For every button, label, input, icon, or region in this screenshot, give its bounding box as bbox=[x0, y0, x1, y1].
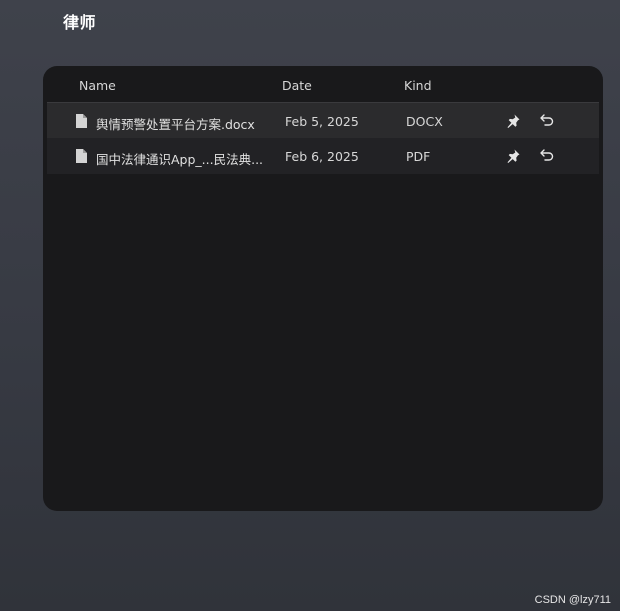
files-panel: Name Date Kind 舆情预警处置平台方案.docx Feb 5, 20… bbox=[43, 66, 603, 511]
page-title: 律师 bbox=[63, 13, 97, 32]
column-header-name[interactable]: Name bbox=[79, 78, 116, 93]
pin-icon[interactable] bbox=[505, 113, 521, 129]
watermark: CSDN @lzy711 bbox=[534, 594, 611, 606]
file-date: Feb 6, 2025 bbox=[285, 149, 359, 164]
file-icon bbox=[76, 149, 87, 163]
table-header: Name Date Kind bbox=[43, 66, 603, 102]
file-kind: DOCX bbox=[406, 114, 443, 129]
table-row[interactable]: 舆情预警处置平台方案.docx Feb 5, 2025 DOCX bbox=[47, 102, 599, 138]
file-name[interactable]: 国中法律通识App_...民法典... bbox=[96, 149, 263, 168]
file-icon bbox=[76, 114, 87, 128]
restore-icon[interactable] bbox=[539, 147, 555, 163]
file-name[interactable]: 舆情预警处置平台方案.docx bbox=[96, 114, 255, 133]
table-row[interactable]: 国中法律通识App_...民法典... Feb 6, 2025 PDF bbox=[47, 138, 599, 174]
column-header-date[interactable]: Date bbox=[282, 78, 312, 93]
file-kind: PDF bbox=[406, 149, 431, 164]
pin-icon[interactable] bbox=[505, 148, 521, 164]
file-date: Feb 5, 2025 bbox=[285, 114, 359, 129]
restore-icon[interactable] bbox=[539, 112, 555, 128]
column-header-kind[interactable]: Kind bbox=[404, 78, 432, 93]
